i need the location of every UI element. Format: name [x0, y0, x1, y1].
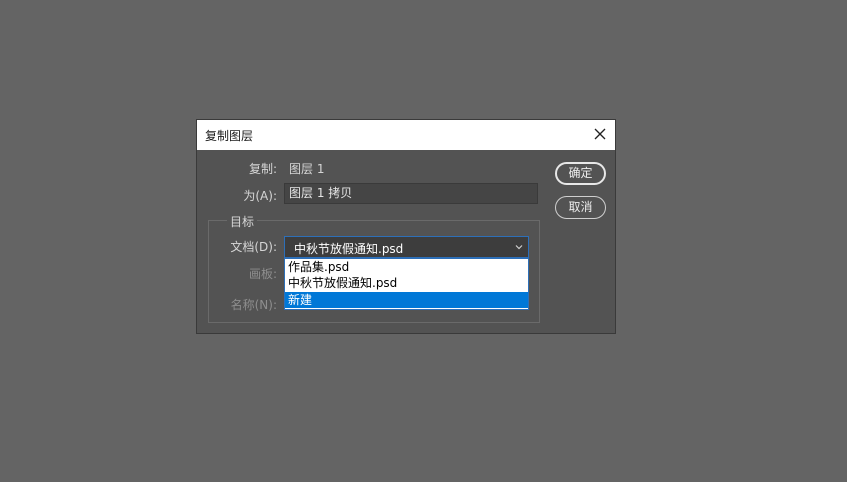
target-group-title: 目标: [227, 213, 258, 230]
as-name-field[interactable]: 图层 1 拷贝: [284, 183, 538, 204]
chevron-down-icon: [515, 245, 523, 250]
dialog-title: 复制图层: [205, 129, 254, 143]
dialog-titlebar: 复制图层: [197, 120, 615, 150]
copy-value: 图层 1: [289, 162, 325, 176]
dropdown-option[interactable]: 作品集.psd: [285, 259, 528, 275]
duplicate-layer-dialog: 复制图层 复制: 图层 1 为(A): 图层 1 拷贝 目标 文档(D): 中秋…: [196, 119, 616, 334]
ok-button[interactable]: 确定: [555, 162, 606, 185]
document-select[interactable]: 中秋节放假通知.psd: [284, 236, 529, 258]
cancel-button[interactable]: 取消: [555, 196, 606, 219]
dropdown-option-selected[interactable]: 新建: [285, 292, 528, 308]
dropdown-option[interactable]: 中秋节放假通知.psd: [285, 275, 528, 291]
as-label: 为(A):: [243, 189, 277, 203]
name-label: 名称(N):: [230, 298, 277, 312]
document-dropdown-list: 作品集.psd 中秋节放假通知.psd 新建: [284, 258, 529, 310]
copy-label: 复制:: [248, 162, 277, 176]
document-label: 文档(D):: [230, 240, 277, 254]
close-icon[interactable]: [591, 125, 609, 143]
artboard-label: 画板:: [248, 267, 277, 281]
document-selected-value: 中秋节放假通知.psd: [294, 242, 404, 256]
